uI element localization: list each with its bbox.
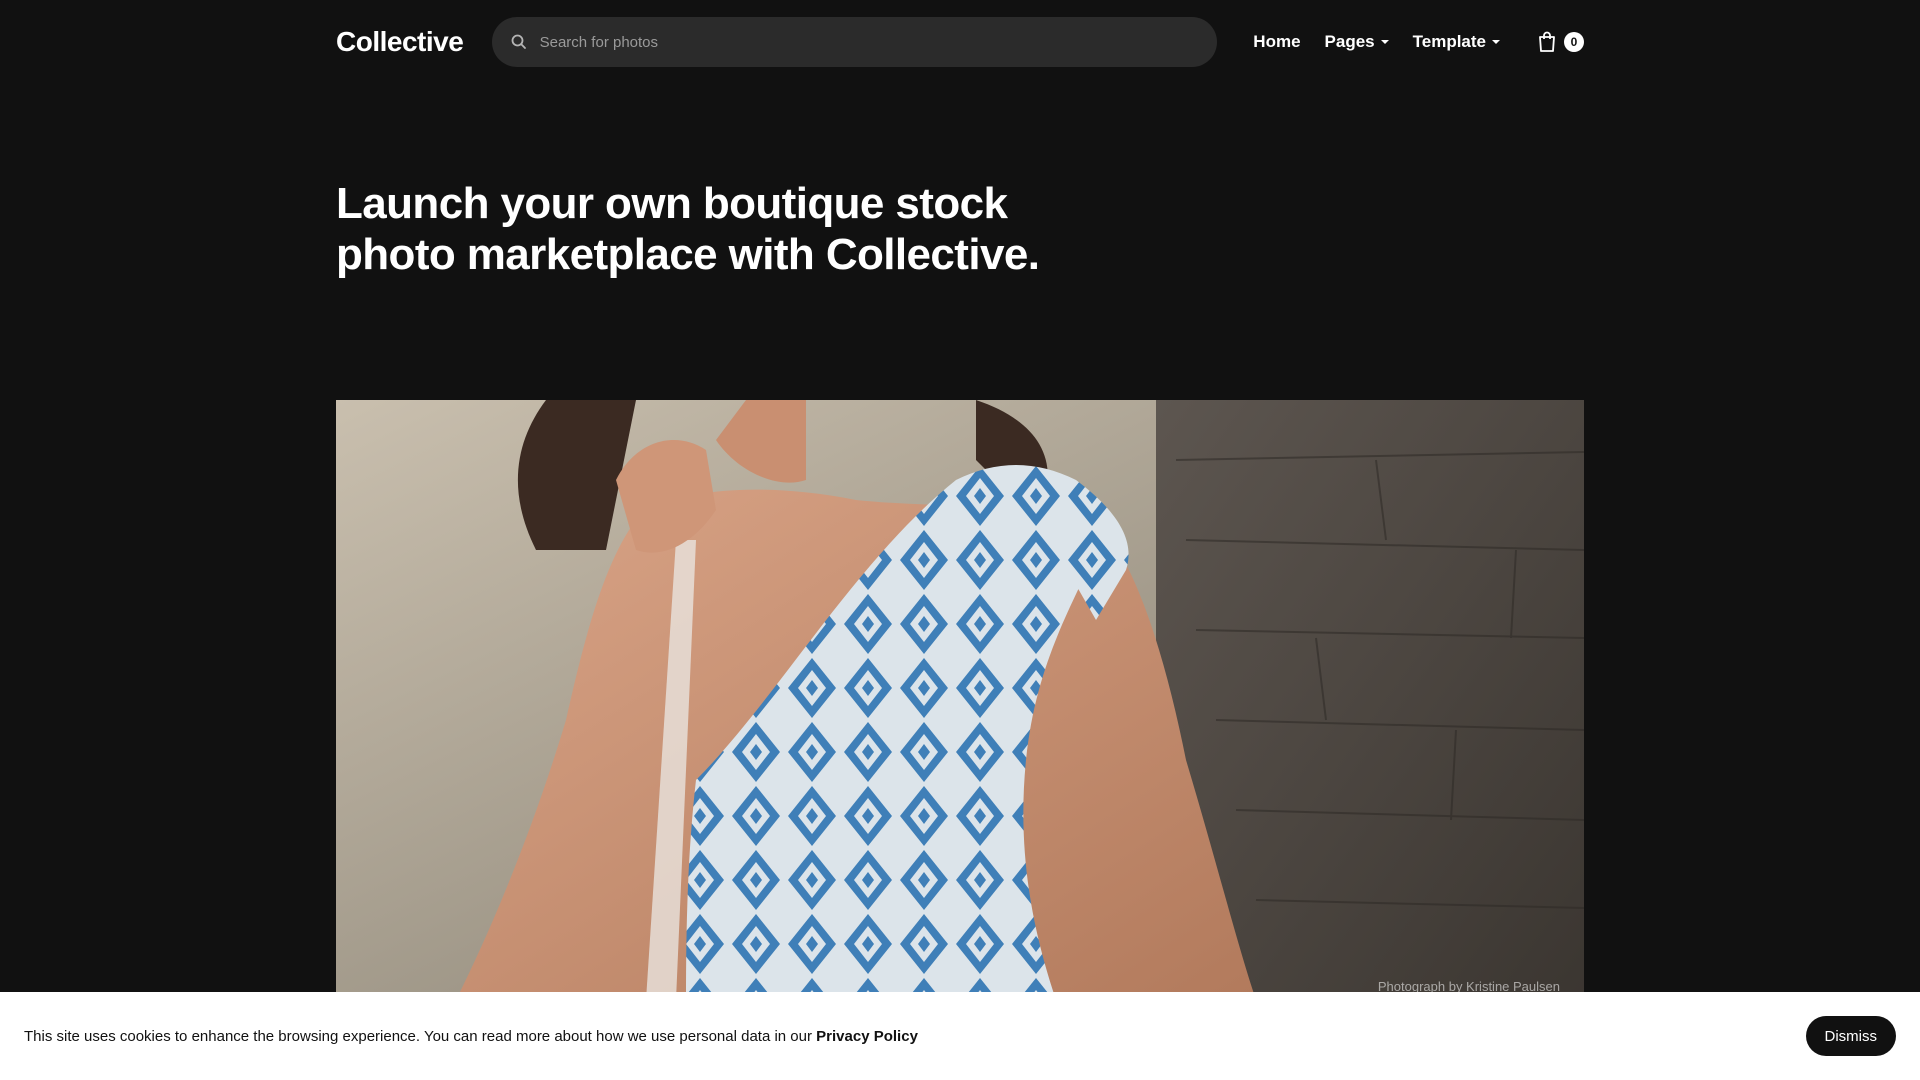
nav-home[interactable]: Home <box>1253 32 1300 52</box>
caret-down-icon <box>1380 40 1389 44</box>
search-icon <box>510 33 528 51</box>
dismiss-button[interactable]: Dismiss <box>1805 1016 1896 1056</box>
nav-template[interactable]: Template <box>1413 32 1500 52</box>
search-input[interactable] <box>539 17 1218 67</box>
nav-template-label: Template <box>1412 32 1486 51</box>
cookie-banner: This site uses cookies to enhance the br… <box>0 992 1920 1080</box>
caret-down-icon <box>1492 40 1500 44</box>
nav-home-label: Home <box>1253 32 1301 51</box>
privacy-policy-link[interactable]: Privacy Policy <box>816 1028 918 1045</box>
page: Collective Home Pages Template <box>0 0 1920 1080</box>
site-header: Collective Home Pages Template <box>336 17 1584 67</box>
cookie-message: This site uses cookies to enhance the br… <box>24 1028 918 1045</box>
hero-photo: Photograph by Kristine Paulsen <box>336 400 1584 1000</box>
shopping-bag-icon <box>1537 31 1557 53</box>
hero-title: Launch your own boutique stock photo mar… <box>336 179 1040 279</box>
nav-pages[interactable]: Pages <box>1325 32 1389 52</box>
cookie-text: This site uses cookies to enhance the br… <box>24 1027 812 1045</box>
search-bar[interactable] <box>491 17 1218 67</box>
logo[interactable]: Collective <box>336 26 492 58</box>
main-nav: Home Pages Template 0 <box>1253 31 1584 53</box>
hero-photo-image <box>336 400 1584 1000</box>
cart-button[interactable]: 0 <box>1537 31 1584 53</box>
cart-count-badge: 0 <box>1564 32 1584 52</box>
nav-pages-label: Pages <box>1324 32 1375 51</box>
